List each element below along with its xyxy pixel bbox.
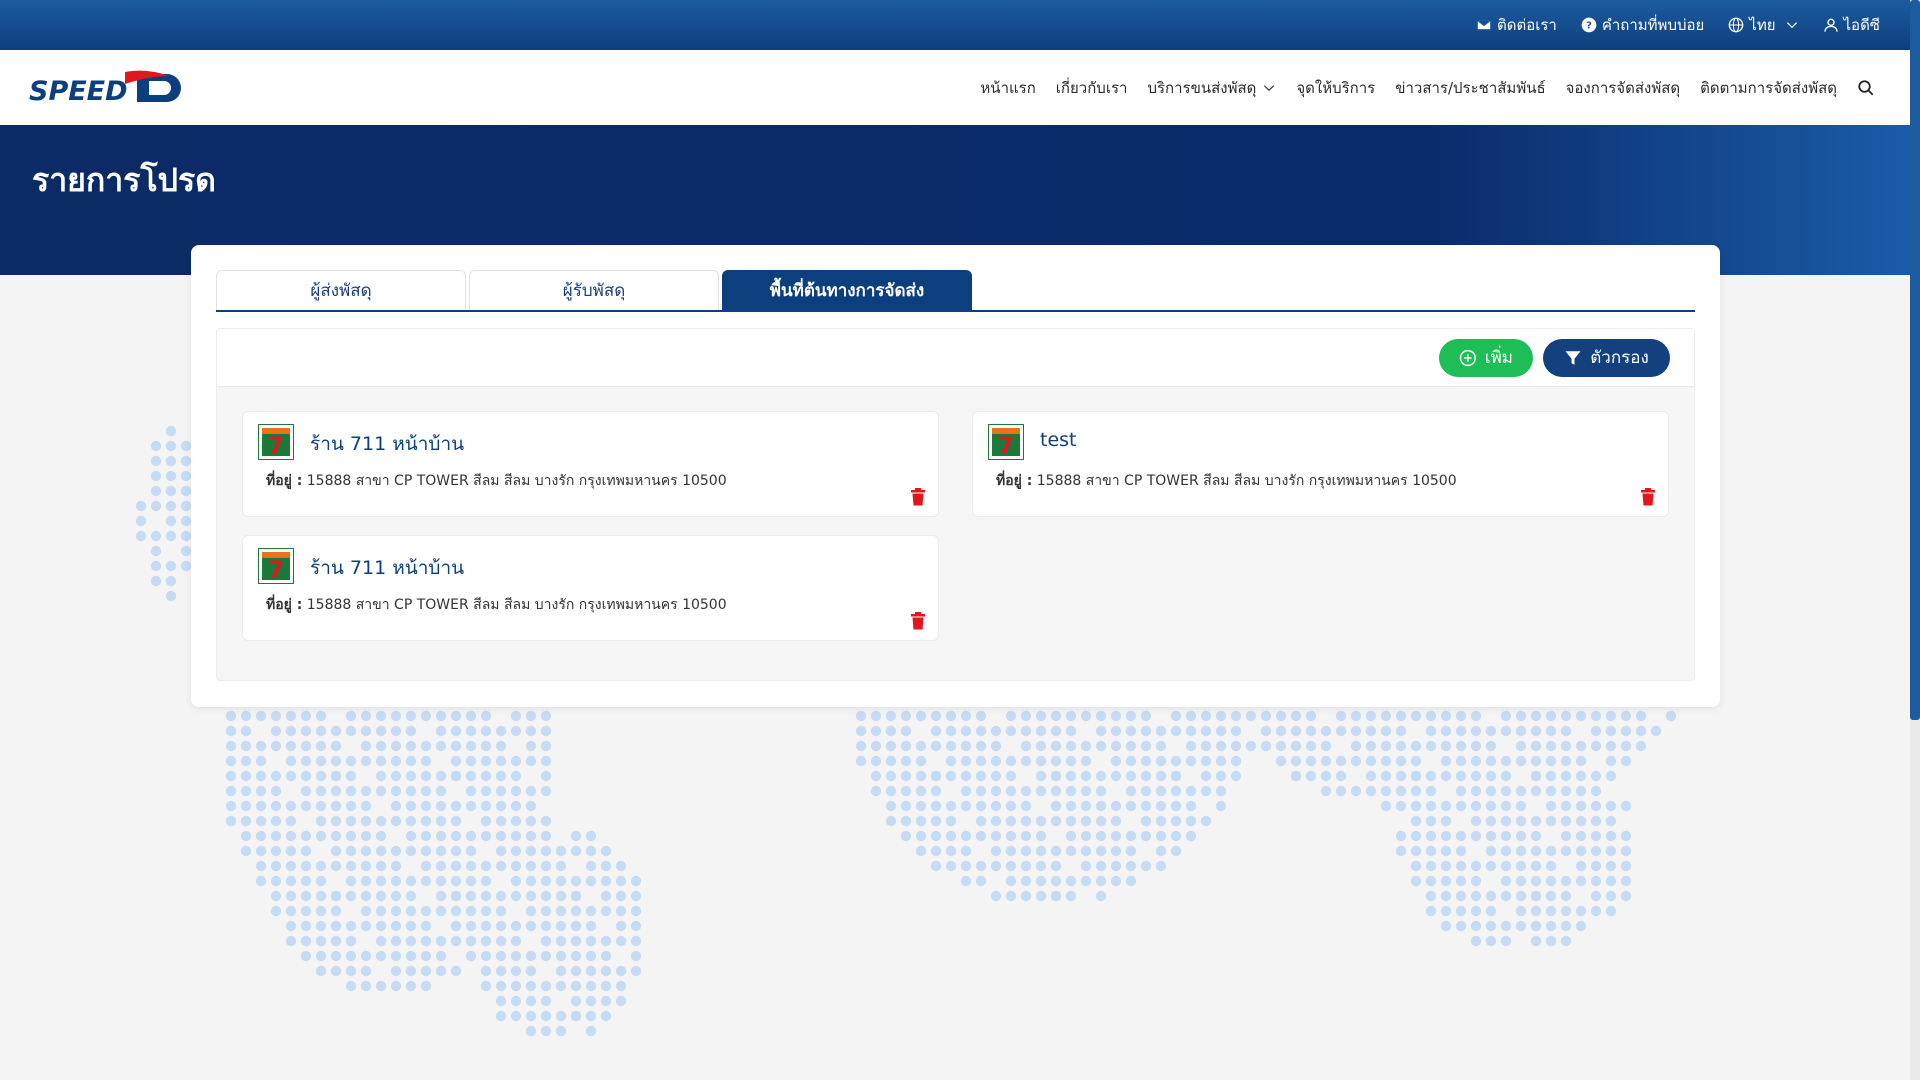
nav-home-label: หน้าแรก bbox=[980, 78, 1036, 97]
tab-receiver[interactable]: ผู้รับพัสดุ bbox=[469, 270, 719, 310]
utility-bar: ติดต่อเรา ? คำถามที่พบบ่อย ไทย ไอดีซี bbox=[0, 0, 1910, 50]
trash-icon[interactable] bbox=[910, 612, 926, 630]
filter-button[interactable]: ตัวกรอง bbox=[1543, 338, 1670, 377]
nav-service-points-label: จุดให้บริการ bbox=[1296, 78, 1376, 97]
speed-d-logo[interactable]: SPEED bbox=[25, 68, 185, 108]
seven-eleven-logo-icon: 7 bbox=[988, 424, 1024, 460]
question-icon: ? bbox=[1581, 17, 1597, 33]
logo-text: SPEED bbox=[29, 76, 128, 107]
user-menu[interactable]: ไอดีซี bbox=[1823, 13, 1880, 37]
chevron-down-icon bbox=[1264, 84, 1275, 91]
plus-circle-icon bbox=[1459, 349, 1477, 366]
language-label: ไทย bbox=[1749, 16, 1776, 34]
nav-booking[interactable]: จองการจัดส่งพัสดุ bbox=[1566, 76, 1680, 100]
trash-icon[interactable] bbox=[1640, 488, 1656, 506]
address-text: 15888 สาขา CP TOWER สีลม สีลม บางรัก กรุ… bbox=[306, 473, 727, 489]
add-button[interactable]: เพิ่ม bbox=[1439, 338, 1533, 377]
address-label: ที่อยู่ : bbox=[266, 473, 303, 489]
search-button[interactable] bbox=[1857, 79, 1875, 97]
panel-toolbar: เพิ่ม ตัวกรอง bbox=[217, 329, 1694, 387]
nav-services-label: บริการขนส่งพัสดุ bbox=[1147, 78, 1257, 97]
address-text: 15888 สาขา CP TOWER สีลม สีลม บางรัก กรุ… bbox=[1036, 473, 1457, 489]
chevron-down-icon bbox=[1786, 22, 1797, 29]
favorite-address: ที่อยู่ : 15888 สาขา CP TOWER สีลม สีลม … bbox=[996, 470, 1457, 492]
contact-label: ติดต่อเรา bbox=[1496, 16, 1557, 34]
favorite-address: ที่อยู่ : 15888 สาขา CP TOWER สีลม สีลม … bbox=[266, 470, 727, 492]
language-selector[interactable]: ไทย bbox=[1728, 13, 1798, 37]
user-name: ไอดีซี bbox=[1843, 16, 1880, 34]
user-icon bbox=[1823, 18, 1838, 32]
mail-icon bbox=[1476, 19, 1492, 31]
favorites-panel: เพิ่ม ตัวกรอง 7 ร้าน 711 หน้าบ้าน ที่อยู… bbox=[216, 328, 1695, 681]
favorite-item[interactable]: 7 test ที่อยู่ : 15888 สาขา CP TOWER สีล… bbox=[972, 411, 1669, 517]
faq-label: คำถามที่พบบ่อย bbox=[1601, 16, 1705, 34]
nav-about-label: เกี่ยวกับเรา bbox=[1055, 78, 1128, 97]
favorite-item[interactable]: 7 ร้าน 711 หน้าบ้าน ที่อยู่ : 15888 สาขา… bbox=[242, 535, 939, 641]
nav-news[interactable]: ข่าวสาร/ประชาสัมพันธ์ bbox=[1395, 76, 1545, 100]
tab-sender[interactable]: ผู้ส่งพัสดุ bbox=[216, 270, 466, 310]
nav-about[interactable]: เกี่ยวกับเรา bbox=[1056, 76, 1128, 100]
main-navbar: SPEED หน้าแรก เกี่ยวกับเรา บริการขนส่งพั… bbox=[0, 50, 1910, 125]
nav-services[interactable]: บริการขนส่งพัสดุ bbox=[1147, 76, 1276, 100]
tab-bar: ผู้ส่งพัสดุ ผู้รับพัสดุ พื้นที่ต้นทางการ… bbox=[216, 270, 1695, 312]
filter-button-label: ตัวกรอง bbox=[1590, 348, 1649, 368]
favorite-name: ร้าน 711 หน้าบ้าน bbox=[310, 433, 465, 455]
favorite-address: ที่อยู่ : 15888 สาขา CP TOWER สีลม สีลม … bbox=[266, 594, 727, 616]
search-icon bbox=[1858, 79, 1874, 95]
address-label: ที่อยู่ : bbox=[996, 473, 1033, 489]
favorite-name: ร้าน 711 หน้าบ้าน bbox=[310, 557, 465, 579]
svg-text:7: 7 bbox=[268, 434, 283, 459]
seven-eleven-logo-icon: 7 bbox=[258, 548, 294, 584]
tab-origin-area[interactable]: พื้นที่ต้นทางการจัดส่ง bbox=[722, 270, 972, 310]
favorite-name: test bbox=[1040, 429, 1077, 451]
nav-service-points[interactable]: จุดให้บริการ bbox=[1296, 76, 1375, 100]
page-scrollbar-thumb[interactable] bbox=[1910, 0, 1920, 720]
address-label: ที่อยู่ : bbox=[266, 597, 303, 613]
filter-icon bbox=[1565, 350, 1581, 365]
seven-eleven-logo-icon: 7 bbox=[258, 424, 294, 460]
contact-link[interactable]: ติดต่อเรา bbox=[1476, 13, 1557, 37]
favorite-item[interactable]: 7 ร้าน 711 หน้าบ้าน ที่อยู่ : 15888 สาขา… bbox=[242, 411, 939, 517]
trash-icon[interactable] bbox=[910, 488, 926, 506]
add-button-label: เพิ่ม bbox=[1484, 348, 1513, 368]
address-text: 15888 สาขา CP TOWER สีลม สีลม บางรัก กรุ… bbox=[306, 597, 727, 613]
favorites-card: ผู้ส่งพัสดุ ผู้รับพัสดุ พื้นที่ต้นทางการ… bbox=[191, 245, 1720, 707]
nav-menu: หน้าแรก เกี่ยวกับเรา บริการขนส่งพัสดุ จุ… bbox=[980, 76, 1885, 100]
page-title: รายการโปรด bbox=[32, 161, 216, 199]
svg-text:?: ? bbox=[1586, 20, 1592, 31]
nav-booking-label: จองการจัดส่งพัสดุ bbox=[1565, 78, 1681, 97]
nav-home[interactable]: หน้าแรก bbox=[980, 76, 1035, 100]
globe-icon bbox=[1728, 17, 1744, 33]
nav-tracking-label: ติดตามการจัดส่งพัสดุ bbox=[1700, 78, 1837, 97]
svg-text:7: 7 bbox=[268, 558, 283, 583]
nav-news-label: ข่าวสาร/ประชาสัมพันธ์ bbox=[1395, 78, 1546, 97]
svg-text:7: 7 bbox=[998, 434, 1013, 459]
nav-tracking[interactable]: ติดตามการจัดส่งพัสดุ bbox=[1700, 76, 1837, 100]
faq-link[interactable]: ? คำถามที่พบบ่อย bbox=[1581, 13, 1704, 37]
